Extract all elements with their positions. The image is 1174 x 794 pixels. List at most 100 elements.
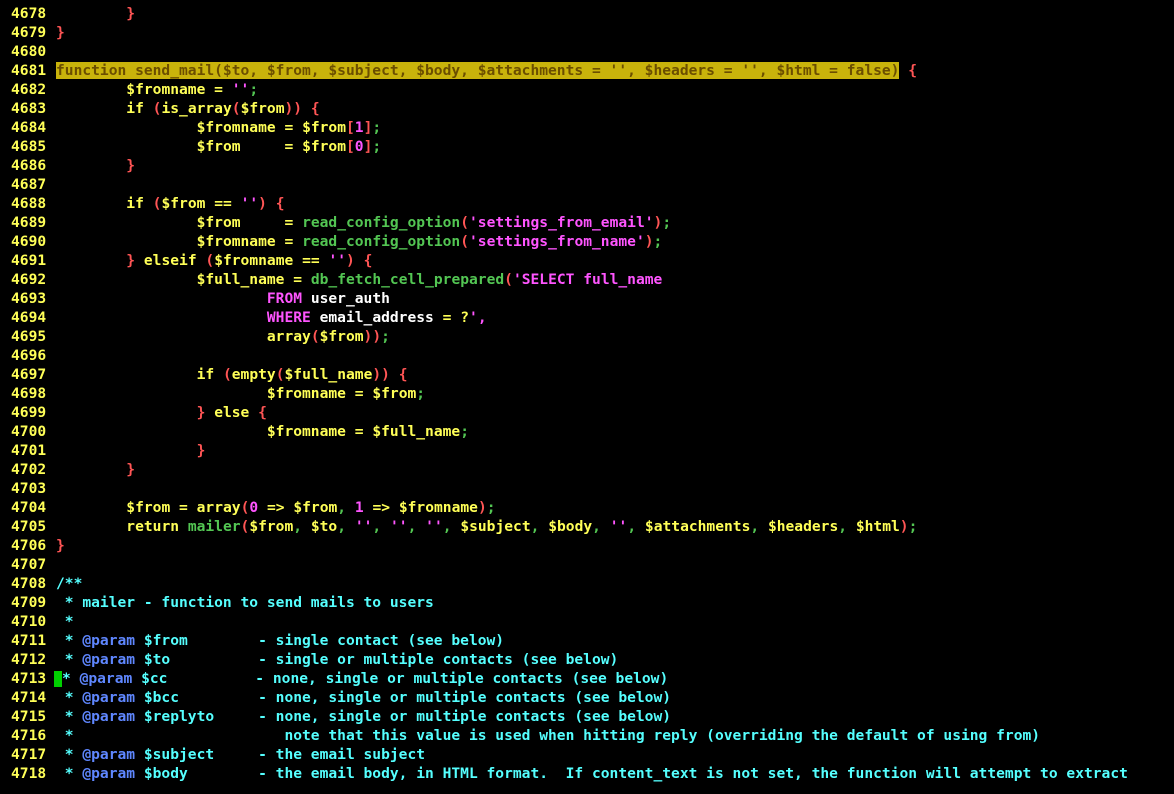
code-text: } [196,442,206,459]
code-line[interactable]: 4710 * [0,612,1174,631]
code-text: * @param $from - single contact (see bel… [56,632,505,649]
line-number: 4711 [11,632,47,649]
code-line[interactable]: 4709 * mailer - function to send mails t… [0,593,1174,612]
line-number: 4688 [11,195,47,212]
code-text: $fromname = $full_name; [266,423,470,440]
code-text: * @param $to - single or multiple contac… [56,651,619,668]
code-line[interactable]: 4708 /** [0,574,1174,593]
code-text: } [126,461,136,478]
code-line[interactable]: 4714 * @param $bcc - none, single or mul… [0,688,1174,707]
code-line[interactable]: 4683 if (is_array($from)) { [0,99,1174,118]
code-line[interactable]: 4681 function send_mail($to, $from, $subj… [0,61,1174,80]
code-line[interactable]: 4702 } [0,460,1174,479]
code-line[interactable]: 4700 $fromname = $full_name; [0,422,1174,441]
line-number: 4700 [11,423,47,440]
code-line[interactable]: 4697 if (empty($full_name)) { [0,365,1174,384]
code-line[interactable]: 4688 if ($from == '') { [0,194,1174,213]
line-number: 4712 [11,651,47,668]
code-text: * @param $body - the email body, in HTML… [56,765,1128,782]
code-text: $fromname = ''; [126,81,259,98]
search-highlight: function send_mail($to, $from, $subject,… [56,62,900,79]
line-number: 4684 [11,119,47,136]
line-number: 4679 [11,24,47,41]
code-line[interactable]: 4711 * @param $from - single contact (se… [0,631,1174,650]
line-number: 4718 [11,765,47,782]
text-cursor [54,671,62,687]
code-line[interactable]: 4701 } [0,441,1174,460]
code-line[interactable]: 4687 [0,175,1174,194]
code-text: $from = array(0 => $from, 1 => $fromname… [126,499,496,516]
code-line[interactable]: 4684 $fromname = $from[1]; [0,118,1174,137]
code-line[interactable]: 4718 * @param $body - the email body, in… [0,764,1174,783]
code-line[interactable]: 4716 * note that this value is used when… [0,726,1174,745]
code-line[interactable]: 4699 } else { [0,403,1174,422]
code-line[interactable]: 4693 FROM user_auth [0,289,1174,308]
code-line[interactable]: 4680 [0,42,1174,61]
code-text: FROM user_auth [266,290,390,307]
line-number: 4708 [11,575,47,592]
code-line[interactable]: 4695 array($from)); [0,327,1174,346]
code-text: * @param $bcc - none, single or multiple… [56,689,672,706]
code-line[interactable]: 4713 * @param $cc - none, single or multi… [0,669,1174,688]
line-number: 4707 [11,556,47,573]
line-number: 4706 [11,537,47,554]
code-text: $fromname = $from; [266,385,426,402]
line-number: 4692 [11,271,47,288]
line-number: 4693 [11,290,47,307]
line-number: 4696 [11,347,47,364]
code-line[interactable]: 4705 return mailer($from, $to, '', '', '… [0,517,1174,536]
code-text: if (empty($full_name)) { [196,366,408,383]
line-number: 4714 [11,689,47,706]
code-line[interactable]: 4712 * @param $to - single or multiple c… [0,650,1174,669]
code-line[interactable]: 4696 [0,346,1174,365]
code-text: array($from)); [266,328,390,345]
code-text: } [126,157,136,174]
code-text: $from = read_config_option('settings_fro… [196,214,672,231]
code-text: } [126,5,136,22]
line-number: 4703 [11,480,47,497]
code-line[interactable]: 4715 * @param $replyto - none, single or… [0,707,1174,726]
code-text: $full_name = db_fetch_cell_prepared('SEL… [196,271,663,288]
line-number: 4680 [11,43,47,60]
code-line[interactable]: 4679} [0,23,1174,42]
line-number: 4690 [11,233,47,250]
code-text: * note that this value is used when hitt… [56,727,1041,744]
line-number: 4705 [11,518,47,535]
code-line[interactable]: 4717 * @param $subject - the email subje… [0,745,1174,764]
code-text: WHERE email_address = ?', [266,309,487,326]
code-line[interactable]: 4686 } [0,156,1174,175]
code-line[interactable]: 4690 $fromname = read_config_option('set… [0,232,1174,251]
code-line[interactable]: 4692 $full_name = db_fetch_cell_prepared… [0,270,1174,289]
code-line[interactable]: 4706} [0,536,1174,555]
code-text: if (is_array($from)) { [126,100,320,117]
code-text: return mailer($from, $to, '', '', '', $s… [126,518,918,535]
line-number: 4698 [11,385,47,402]
line-number: 4687 [11,176,47,193]
code-line[interactable]: 4698 $fromname = $from; [0,384,1174,403]
code-line[interactable]: 4703 [0,479,1174,498]
line-number: 4697 [11,366,47,383]
code-text: } else { [196,404,267,421]
code-line[interactable]: 4691 } elseif ($fromname == '') { [0,251,1174,270]
line-number: 4717 [11,746,47,763]
code-text: function send_mail($to, $from, $subject,… [56,62,918,79]
code-text: $from = $from[0]; [196,138,382,155]
code-line[interactable]: 4694 WHERE email_address = ?', [0,308,1174,327]
code-line[interactable]: 4704 $from = array(0 => $from, 1 => $fro… [0,498,1174,517]
code-line[interactable]: 4707 [0,555,1174,574]
code-text: * mailer - function to send mails to use… [56,594,434,611]
line-number: 4691 [11,252,47,269]
line-number: 4699 [11,404,47,421]
code-line[interactable]: 4678 } [0,4,1174,23]
code-line[interactable]: 4685 $from = $from[0]; [0,137,1174,156]
line-number: 4683 [11,100,47,117]
line-number: 4695 [11,328,47,345]
code-line[interactable]: 4682 $fromname = ''; [0,80,1174,99]
code-text: $fromname = $from[1]; [196,119,382,136]
code-line[interactable]: 4689 $from = read_config_option('setting… [0,213,1174,232]
code-text: } [56,24,65,41]
code-text: * @param $subject - the email subject [56,746,426,763]
line-number: 4689 [11,214,47,231]
code-editor[interactable]: 4678 } 4679} 4680 4681 function send_mail($t… [0,0,1174,794]
code-text: } [56,537,65,554]
